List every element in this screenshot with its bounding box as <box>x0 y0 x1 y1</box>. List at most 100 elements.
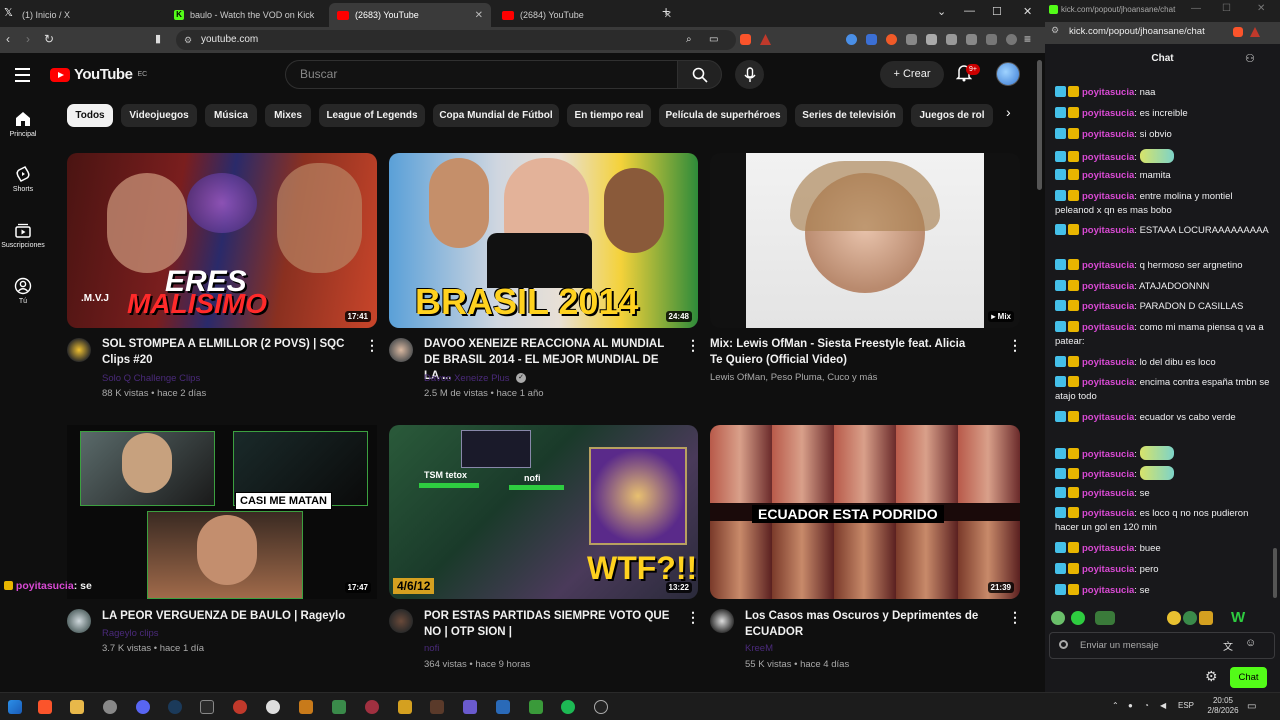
chat-username[interactable]: poyitasucia <box>1082 129 1134 140</box>
channel-name[interactable]: nofi <box>424 643 439 654</box>
reload-icon[interactable]: ↻ <box>44 32 54 46</box>
bookmark-icon[interactable]: ▮ <box>155 32 161 45</box>
brave-shields-icon[interactable] <box>1233 27 1243 37</box>
extension-icon[interactable] <box>846 34 857 45</box>
app-icon[interactable] <box>496 700 510 714</box>
more-options-icon[interactable]: ⋮ <box>365 337 379 354</box>
chat-username[interactable]: poyitasucia <box>1082 508 1134 519</box>
tray-volume-icon[interactable]: ◀ <box>1160 701 1166 710</box>
users-icon[interactable]: ⚇ <box>1245 52 1255 65</box>
chat-username[interactable]: poyitasucia <box>1082 322 1134 333</box>
more-options-icon[interactable]: ⋮ <box>686 609 700 626</box>
forward-icon[interactable]: › <box>26 32 30 46</box>
file-explorer-icon[interactable] <box>70 700 84 714</box>
channel-name[interactable]: Lewis OfMan, Peso Pluma, Cuco y más <box>710 372 877 383</box>
brave-taskbar-icon[interactable] <box>38 700 52 714</box>
vpn-icon[interactable] <box>1006 34 1017 45</box>
brave-shields-icon[interactable] <box>740 34 751 45</box>
chip-todos[interactable]: Todos <box>67 104 113 127</box>
chip-series-television[interactable]: Series de televisión <box>795 104 903 127</box>
tab-youtube-active[interactable]: (2683) YouTube ✕ <box>329 3 491 27</box>
video-thumbnail[interactable]: BRASIL 2014 24:48 <box>389 153 698 328</box>
clock[interactable]: 20:05 2/8/2026 <box>1206 696 1240 716</box>
chat-username[interactable]: poyitasucia <box>1082 225 1134 236</box>
tab-kick[interactable]: K baulo - Watch the VOD on Kick <box>166 3 326 27</box>
chip-copa-mundial[interactable]: Copa Mundial de Fútbol <box>433 104 559 127</box>
channel-name[interactable]: Solo Q Challenge Clips <box>102 373 200 384</box>
notification-center-icon[interactable]: ▭ <box>1247 701 1256 712</box>
epic-games-icon[interactable] <box>200 700 214 714</box>
tray-chevron-icon[interactable]: ⌃ <box>1112 701 1119 710</box>
video-thumbnail[interactable]: ▸ Mix <box>710 153 1020 328</box>
tray-network-icon[interactable]: ◔ <box>1144 701 1149 710</box>
tray-mic-icon[interactable]: ● <box>1128 701 1133 710</box>
chat-username[interactable]: poyitasucia <box>1082 281 1134 292</box>
video-title[interactable]: LA PEOR VERGUENZA DE BAULO | Rageylo <box>102 608 352 624</box>
cast-icon[interactable]: ▭ <box>709 30 718 50</box>
page-scrollbar[interactable] <box>1037 60 1042 190</box>
chat-username[interactable]: poyitasucia <box>1082 260 1134 271</box>
chat-username[interactable]: poyitasucia <box>1082 152 1134 163</box>
app-icon[interactable] <box>299 700 313 714</box>
translate-icon[interactable]: 文 <box>1223 638 1233 653</box>
video-title[interactable]: Mix: Lewis OfMan - Siesta Freestyle feat… <box>710 336 980 368</box>
video-thumbnail[interactable]: ERES MALISIMO .M.V.J 17:41 <box>67 153 377 328</box>
chat-url-text[interactable]: kick.com/popout/jhoansane/chat <box>1069 26 1205 37</box>
leo-icon[interactable] <box>986 34 997 45</box>
search-input[interactable]: Buscar <box>285 60 678 89</box>
channel-avatar[interactable] <box>389 609 413 633</box>
youtube-logo[interactable]: YouTube EC <box>50 66 147 83</box>
chat-username[interactable]: poyitasucia <box>1082 87 1134 98</box>
extension-icon[interactable] <box>886 34 897 45</box>
close-window-icon[interactable]: ✕ <box>1023 5 1032 18</box>
app-icon[interactable] <box>233 700 247 714</box>
app-icon[interactable] <box>266 700 280 714</box>
extensions-puzzle-icon[interactable] <box>906 34 917 45</box>
steam-icon[interactable] <box>168 700 182 714</box>
emote-icon[interactable] <box>1199 611 1213 625</box>
close-tab-icon[interactable]: ✕ <box>475 10 483 21</box>
brave-rewards-icon[interactable] <box>760 34 771 45</box>
channel-name[interactable]: Davoo Xeneize Plus <box>424 373 510 384</box>
video-title[interactable]: SOL STOMPEA A ELMILLOR (2 POVS) | SQC Cl… <box>102 336 352 368</box>
chip-en-tiempo-real[interactable]: En tiempo real <box>567 104 651 127</box>
minimize-icon[interactable]: — <box>1191 3 1201 14</box>
video-title[interactable]: POR ESTAS PARTIDAS SIEMPRE VOTO QUE NO |… <box>424 608 679 640</box>
chat-username[interactable]: poyitasucia <box>1082 191 1134 202</box>
spotify-icon[interactable] <box>561 700 575 714</box>
chip-juegos-de-rol[interactable]: Juegos de rol <box>911 104 993 127</box>
chat-username[interactable]: poyitasucia <box>1082 469 1134 480</box>
chip-musica[interactable]: Música <box>205 104 257 127</box>
more-options-icon[interactable]: ⋮ <box>686 337 700 354</box>
chat-scrollbar[interactable] <box>1273 548 1277 598</box>
chip-league-of-legends[interactable]: League of Legends <box>319 104 425 127</box>
more-options-icon[interactable]: ⋮ <box>1008 609 1022 626</box>
maximize-icon[interactable]: ☐ <box>992 5 1002 18</box>
chat-username[interactable]: poyitasucia <box>1082 170 1134 181</box>
emote-w-icon[interactable]: W <box>1231 609 1245 626</box>
channel-name[interactable]: KreeM <box>745 643 773 654</box>
emote-icon[interactable] <box>1183 611 1197 625</box>
chips-next-icon[interactable]: › <box>1006 104 1011 120</box>
input-language[interactable]: ESP <box>1178 701 1194 710</box>
chat-username[interactable]: poyitasucia <box>1082 564 1134 575</box>
voice-search-button[interactable] <box>735 60 764 89</box>
menu-icon[interactable]: ≡ <box>1024 32 1031 46</box>
chat-username[interactable]: poyitasucia <box>1082 488 1134 499</box>
send-chat-button[interactable]: Chat <box>1230 667 1267 688</box>
video-thumbnail[interactable]: ECUADOR ESTA PODRIDO 21:39 <box>710 425 1020 599</box>
maximize-icon[interactable]: ☐ <box>1222 3 1231 14</box>
create-button[interactable]: + Crear <box>880 61 944 88</box>
channel-avatar[interactable] <box>710 609 734 633</box>
tab-youtube[interactable]: (2684) YouTube ✕ <box>494 3 684 27</box>
chat-username[interactable]: poyitasucia <box>1082 108 1134 119</box>
chip-videojuegos[interactable]: Videojuegos <box>121 104 197 127</box>
site-info-icon[interactable]: ⚙ <box>184 30 192 50</box>
extension-icon[interactable] <box>866 34 877 45</box>
app-icon[interactable] <box>463 700 477 714</box>
tab-list-icon[interactable]: ⌄ <box>937 5 946 18</box>
new-tab-icon[interactable]: + <box>662 3 670 19</box>
chat-username[interactable]: poyitasucia <box>1082 585 1134 596</box>
sidebar-item-you[interactable]: Tú <box>0 277 46 305</box>
channel-avatar[interactable] <box>67 338 91 362</box>
